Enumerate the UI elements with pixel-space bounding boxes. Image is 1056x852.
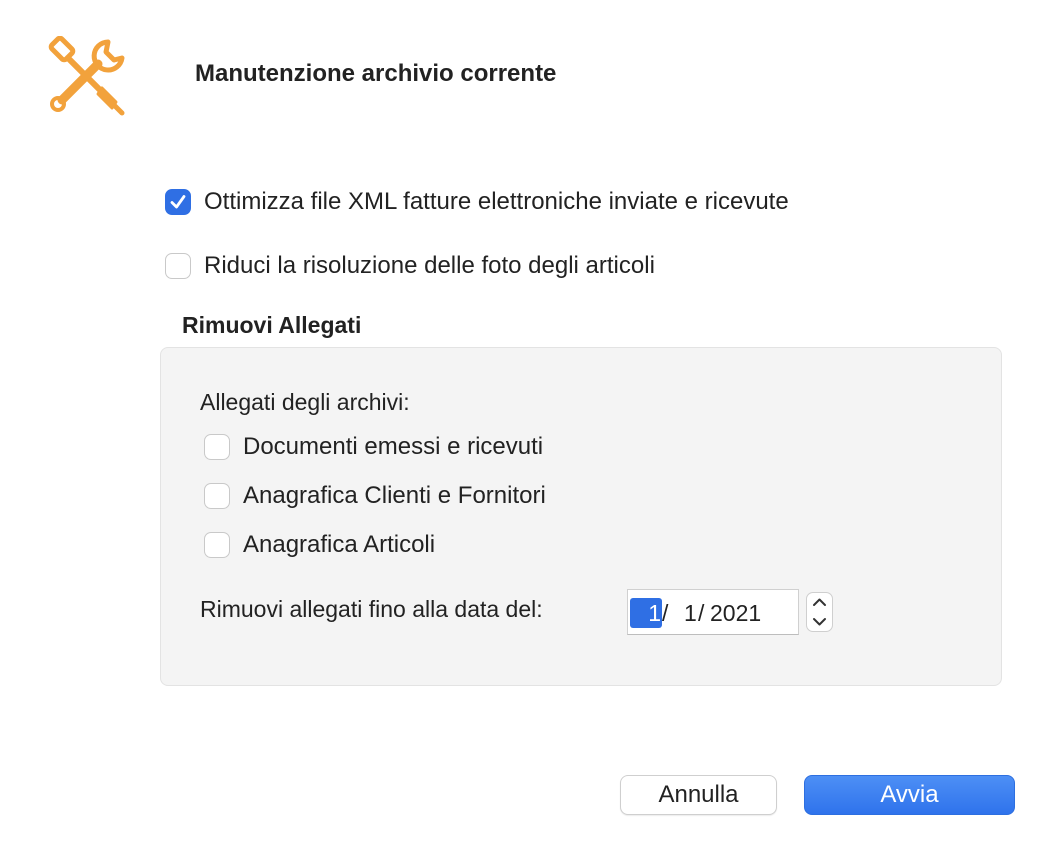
section-title: Rimuovi Allegati [182, 312, 362, 338]
date-field[interactable]: 1 / 1 / 2021 [627, 589, 799, 635]
checkbox-unchecked[interactable] [204, 434, 230, 460]
option-label: Riduci la risoluzione delle foto degli a… [204, 252, 655, 279]
attachment-option-label: Anagrafica Articoli [243, 531, 436, 558]
date-year-segment[interactable]: 2021 [710, 598, 761, 628]
checkbox-checked[interactable] [165, 189, 191, 215]
option-label: Ottimizza file XML fatture elettroniche … [204, 188, 789, 215]
checkbox-unchecked[interactable] [204, 532, 230, 558]
date-label: Rimuovi allegati fino alla data del: [200, 596, 543, 622]
maintenance-dialog: Manutenzione archivio corrente Ottimizza… [0, 0, 1056, 852]
date-separator: / [662, 600, 669, 626]
stepper-up-button[interactable] [807, 593, 832, 612]
date-month-segment[interactable]: 1 [684, 598, 697, 628]
date-separator: / [698, 600, 705, 626]
attachment-option-label: Anagrafica Clienti e Fornitori [243, 482, 546, 509]
cancel-button[interactable]: Annulla [620, 775, 777, 815]
attachment-option-customers-suppliers[interactable]: Anagrafica Clienti e Fornitori [204, 482, 546, 510]
checkbox-unchecked[interactable] [204, 483, 230, 509]
dialog-title: Manutenzione archivio corrente [195, 60, 557, 87]
checkbox-unchecked[interactable] [165, 253, 191, 279]
group-label: Allegati degli archivi: [200, 389, 410, 415]
wrench-screwdriver-icon [46, 35, 128, 116]
attachment-option-label: Documenti emessi e ricevuti [243, 433, 544, 460]
stepper-down-button[interactable] [807, 612, 832, 631]
checkmark-icon [170, 195, 186, 209]
date-day-segment[interactable]: 1 [630, 598, 662, 628]
chevron-down-icon [813, 618, 826, 626]
chevron-up-icon [813, 598, 826, 606]
attachment-option-articles[interactable]: Anagrafica Articoli [204, 531, 435, 559]
option-reduce-photo-resolution[interactable]: Riduci la risoluzione delle foto degli a… [165, 252, 655, 280]
attachment-option-documents[interactable]: Documenti emessi e ricevuti [204, 433, 543, 461]
option-optimize-xml[interactable]: Ottimizza file XML fatture elettroniche … [165, 188, 789, 216]
date-stepper[interactable] [806, 592, 833, 632]
start-button[interactable]: Avvia [804, 775, 1015, 815]
